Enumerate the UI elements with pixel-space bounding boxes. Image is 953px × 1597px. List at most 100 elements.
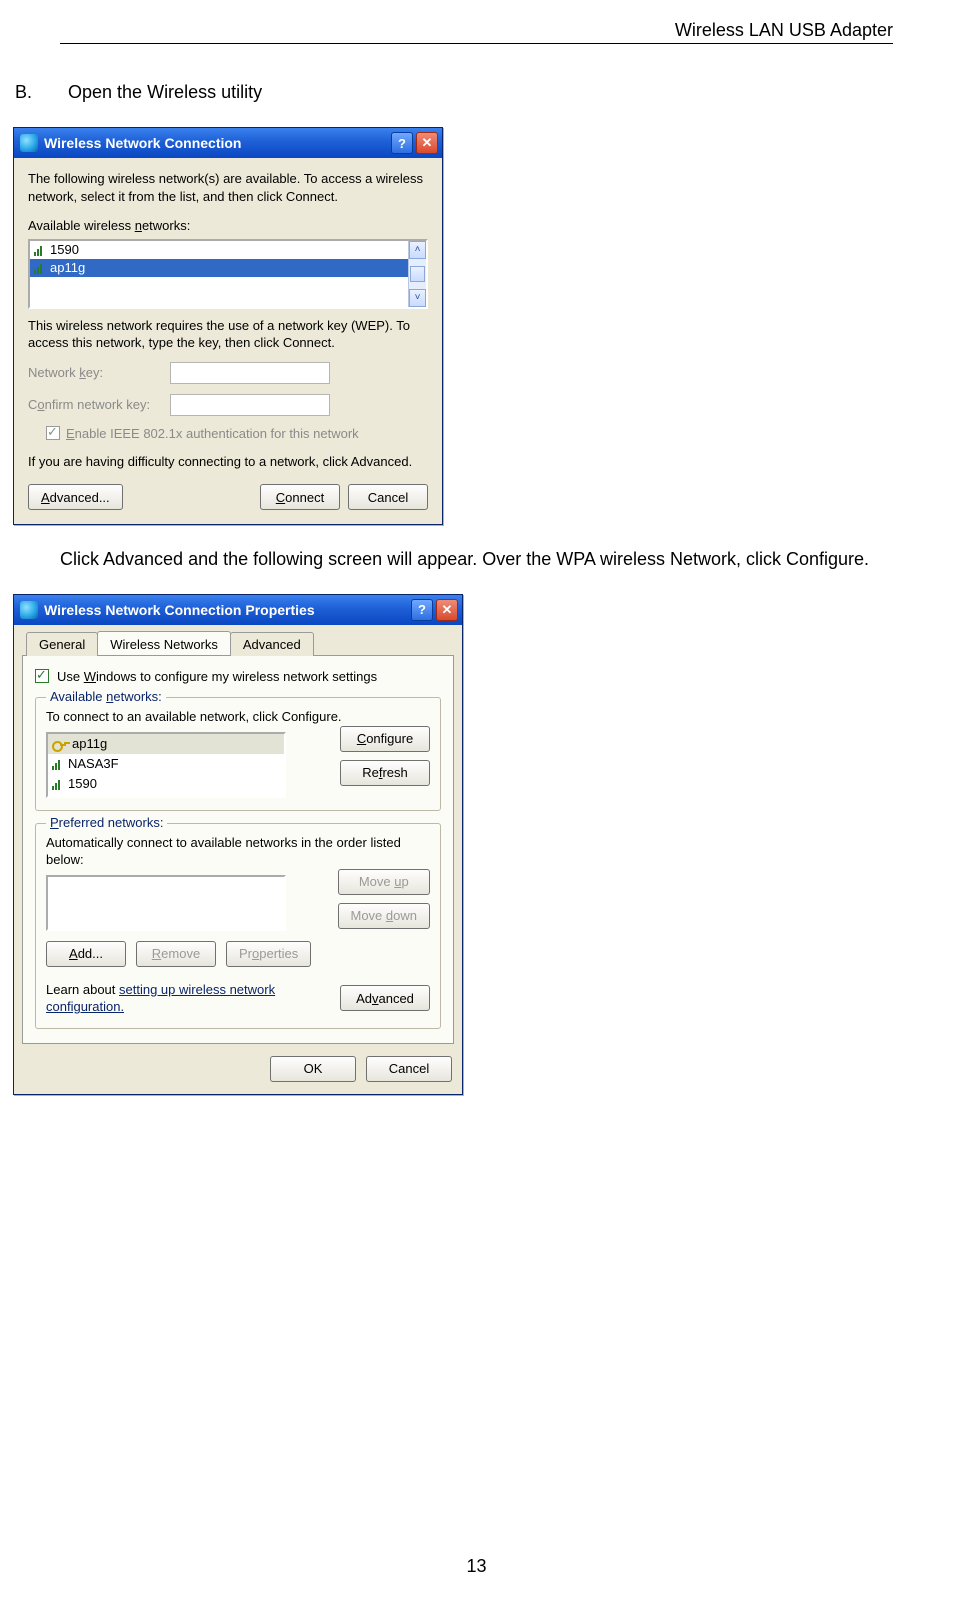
use-windows-label: Use Windows to configure my wireless net… bbox=[57, 668, 377, 686]
move-up-button[interactable]: Move up bbox=[338, 869, 431, 895]
label-part: Available bbox=[50, 689, 106, 704]
available-networks-list[interactable]: ap11g NASA3F 1590 bbox=[46, 732, 286, 798]
label-part: C bbox=[28, 397, 37, 412]
wireless-properties-dialog: Wireless Network Connection Properties ?… bbox=[13, 594, 463, 1095]
network-name: ap11g bbox=[50, 260, 85, 275]
intro-text: The following wireless network(s) are av… bbox=[28, 170, 428, 205]
enable-8021x-checkbox[interactable] bbox=[46, 426, 60, 440]
list-item[interactable]: 1590 bbox=[30, 241, 408, 259]
scrollbar[interactable]: ˄ ˅ bbox=[408, 241, 426, 307]
available-networks-group: Available networks: To connect to an ava… bbox=[35, 697, 441, 811]
key-icon bbox=[52, 737, 66, 751]
refresh-button[interactable]: Refresh bbox=[340, 760, 430, 786]
available-note: To connect to an available network, clic… bbox=[46, 708, 430, 726]
properties-button[interactable]: Properties bbox=[226, 941, 311, 967]
help-button[interactable]: ? bbox=[411, 599, 433, 621]
tab-wireless-networks[interactable]: Wireless Networks bbox=[97, 631, 231, 655]
help-button[interactable]: ? bbox=[391, 132, 413, 154]
list-item[interactable]: NASA3F bbox=[48, 754, 284, 774]
label-part: nfirm network key: bbox=[45, 397, 150, 412]
label-part: etworks: bbox=[113, 689, 161, 704]
network-key-row: Network key: bbox=[28, 362, 428, 384]
network-name: 1590 bbox=[68, 776, 97, 791]
titlebar[interactable]: Wireless Network Connection ? ✕ bbox=[14, 128, 442, 158]
label-part: Learn about bbox=[46, 982, 119, 997]
advanced-button[interactable]: Advanced bbox=[340, 985, 430, 1011]
ok-button[interactable]: OK bbox=[270, 1056, 356, 1082]
list-item[interactable]: ap11g bbox=[48, 734, 284, 754]
tab-strip: General Wireless Networks Advanced bbox=[22, 631, 454, 656]
label-part: ey: bbox=[86, 365, 103, 380]
signal-icon bbox=[34, 244, 44, 256]
cancel-button[interactable]: Cancel bbox=[348, 484, 428, 510]
label-underline: R bbox=[152, 946, 161, 961]
tab-general[interactable]: General bbox=[26, 632, 98, 656]
remove-button[interactable]: Remove bbox=[136, 941, 216, 967]
wireless-icon bbox=[20, 601, 38, 619]
label-underline: o bbox=[37, 397, 44, 412]
scroll-up-button[interactable]: ˄ bbox=[409, 241, 426, 259]
configure-button[interactable]: Configure bbox=[340, 726, 430, 752]
preferred-networks-list[interactable] bbox=[46, 875, 286, 931]
network-key-label: Network key: bbox=[28, 365, 158, 380]
label-part: onfigure bbox=[366, 731, 413, 746]
confirm-key-label: Confirm network key: bbox=[28, 397, 158, 412]
preferred-networks-group: Preferred networks: Automatically connec… bbox=[35, 823, 441, 1029]
confirm-key-input[interactable] bbox=[170, 394, 330, 416]
confirm-key-row: Confirm network key: bbox=[28, 394, 428, 416]
wep-note: This wireless network requires the use o… bbox=[28, 317, 428, 352]
signal-icon bbox=[34, 262, 44, 274]
section-title: Open the Wireless utility bbox=[68, 82, 262, 102]
label-part: p bbox=[401, 874, 408, 889]
label-underline: P bbox=[50, 815, 59, 830]
group-title: Available networks: bbox=[46, 689, 166, 704]
label-underline: A bbox=[69, 946, 78, 961]
available-networks-label: Available wireless networks: bbox=[28, 217, 428, 235]
list-item[interactable]: 1590 bbox=[48, 774, 284, 794]
close-button[interactable]: ✕ bbox=[416, 132, 438, 154]
preferred-note: Automatically connect to available netwo… bbox=[46, 834, 430, 869]
close-button[interactable]: ✕ bbox=[436, 599, 458, 621]
label-part: Available wireless bbox=[28, 218, 135, 233]
label-part: emove bbox=[161, 946, 200, 961]
scroll-down-button[interactable]: ˅ bbox=[409, 289, 426, 307]
list-item[interactable]: ap11g bbox=[30, 259, 408, 277]
label-part: referred networks: bbox=[59, 815, 164, 830]
move-down-button[interactable]: Move down bbox=[338, 903, 431, 929]
network-name: 1590 bbox=[50, 242, 79, 257]
titlebar[interactable]: Wireless Network Connection Properties ?… bbox=[14, 595, 462, 625]
label-part: Use bbox=[57, 669, 84, 684]
page-header: Wireless LAN USB Adapter bbox=[60, 20, 893, 44]
label-underline: C bbox=[276, 490, 285, 505]
available-networks-list[interactable]: 1590 ap11g ˄ ˅ bbox=[28, 239, 428, 309]
tab-advanced[interactable]: Advanced bbox=[230, 632, 314, 656]
cancel-button[interactable]: Cancel bbox=[366, 1056, 452, 1082]
connect-button[interactable]: Connect bbox=[260, 484, 340, 510]
label-part: dd... bbox=[78, 946, 103, 961]
add-button[interactable]: Add... bbox=[46, 941, 126, 967]
label-part: nable IEEE 802.1x authentication for thi… bbox=[75, 426, 359, 441]
label-part: resh bbox=[382, 765, 407, 780]
label-part: indows to configure my wireless network … bbox=[96, 669, 377, 684]
label-part: Move bbox=[351, 908, 386, 923]
label-part: etworks: bbox=[142, 218, 190, 233]
label-part: Move bbox=[359, 874, 394, 889]
label-underline: A bbox=[41, 490, 50, 505]
label-part: own bbox=[393, 908, 417, 923]
signal-icon bbox=[52, 778, 62, 790]
group-title: Preferred networks: bbox=[46, 815, 167, 830]
network-key-input[interactable] bbox=[170, 362, 330, 384]
label-part: Re bbox=[362, 765, 379, 780]
label-part: Ad bbox=[356, 991, 372, 1006]
label-part: onnect bbox=[285, 490, 324, 505]
label-underline: n bbox=[135, 218, 142, 233]
wireless-connection-dialog: Wireless Network Connection ? ✕ The foll… bbox=[13, 127, 443, 525]
label-underline: C bbox=[357, 731, 366, 746]
label-part: dvanced... bbox=[50, 490, 110, 505]
advanced-button[interactable]: Advanced... bbox=[28, 484, 123, 510]
page-number: 13 bbox=[0, 1556, 953, 1577]
scroll-thumb[interactable] bbox=[410, 266, 425, 282]
tab-page: Use Windows to configure my wireless net… bbox=[22, 656, 454, 1044]
use-windows-checkbox[interactable] bbox=[35, 669, 49, 683]
section-heading: B. Open the Wireless utility bbox=[15, 82, 893, 103]
